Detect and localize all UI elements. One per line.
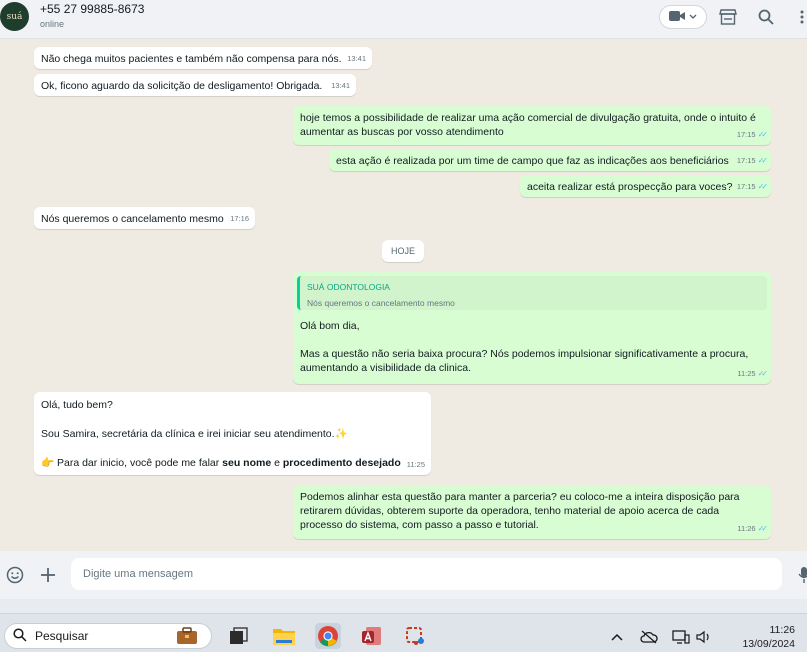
network-icon[interactable]	[672, 628, 690, 646]
message-text: Ok, ficono aguardo da solicitção de desl…	[41, 80, 323, 92]
taskbar: Pesquisar 11:26 13/09/2024	[0, 613, 807, 652]
message-text: e	[271, 457, 283, 469]
message-time: 11:25	[406, 460, 425, 469]
message-list[interactable]: Não chega muitos pacientes e também não …	[0, 39, 807, 551]
system-clock[interactable]: 11:26 13/09/2024	[725, 623, 795, 651]
emoji-icon[interactable]	[5, 565, 25, 585]
video-call-button[interactable]	[659, 5, 707, 29]
clock-time: 11:26	[769, 624, 796, 636]
avatar-text: suá	[6, 11, 23, 22]
message-time: 17:15	[736, 156, 756, 165]
quoted-message[interactable]: SUÁ ODONTOLOGIA Nós queremos o cancelame…	[297, 276, 767, 310]
message-time: 13:41	[347, 54, 366, 63]
message-time: 17:15	[736, 182, 756, 191]
plus-icon[interactable]	[38, 565, 58, 585]
message-text: Nós queremos o cancelamento mesmo	[41, 213, 224, 225]
message-text: Não chega muitos pacientes e também não …	[41, 53, 342, 65]
quote-author: SUÁ ODONTOLOGIA	[307, 282, 390, 292]
message-time: 11:25	[737, 369, 756, 378]
message-text: Olá bom dia, Mas a questão não seria bai…	[300, 320, 749, 374]
clock-date: 13/09/2024	[742, 638, 795, 650]
chrome-icon[interactable]	[315, 623, 341, 649]
message-text: esta ação é realizada por um time de cam…	[336, 155, 729, 167]
message-time: 11:26	[737, 524, 756, 533]
message-time: 17:15	[736, 130, 756, 139]
read-receipt-icon: ✓✓	[757, 182, 769, 191]
message-line: 👉 Para dar inicio, você pode me falar se…	[41, 456, 401, 470]
access-icon[interactable]	[359, 623, 385, 649]
chat-header: suá +55 27 99885-8673 online	[0, 0, 807, 39]
message-text: aceita realizar está prospecção para voc…	[527, 181, 733, 193]
window-bottom-edge	[0, 599, 807, 613]
date-divider: HOJE	[382, 240, 424, 262]
search-icon	[13, 627, 27, 645]
message-bold: procedimento desejado	[282, 457, 401, 469]
message-text: 👉 Para dar inicio, você pode me falar	[41, 457, 223, 469]
message-incoming[interactable]: Ok, ficono aguardo da solicitção de desl…	[34, 74, 356, 96]
store-icon[interactable]	[718, 7, 738, 27]
message-input[interactable]: Digite uma mensagem	[71, 558, 782, 590]
message-text: hoje temos a possibilidade de realizar u…	[300, 112, 756, 138]
message-outgoing[interactable]: Podemos alinhar esta questão para manter…	[293, 485, 771, 539]
read-receipt-icon: ✓✓	[757, 130, 769, 139]
read-receipt-icon: ✓✓	[757, 524, 769, 533]
snipping-tool-icon[interactable]	[403, 623, 429, 649]
cloud-offline-icon[interactable]	[640, 628, 658, 646]
menu-icon[interactable]	[792, 7, 807, 27]
message-outgoing[interactable]: SUÁ ODONTOLOGIA Nós queremos o cancelame…	[293, 272, 771, 384]
message-incoming[interactable]: Não chega muitos pacientes e também não …	[34, 47, 372, 69]
contact-avatar[interactable]: suá	[0, 2, 29, 31]
message-text: Podemos alinhar esta questão para manter…	[300, 491, 740, 531]
message-outgoing[interactable]: esta ação é realizada por um time de cam…	[329, 149, 771, 171]
message-time: 13:41	[331, 81, 350, 90]
contact-status: online	[40, 19, 65, 29]
chevron-up-icon[interactable]	[608, 628, 626, 646]
message-composer: Digite uma mensagem	[0, 551, 807, 599]
read-receipt-icon: ✓✓	[757, 369, 769, 378]
message-line: Sou Samira, secretária da clínica e irei…	[41, 428, 348, 440]
file-explorer-icon[interactable]	[271, 623, 297, 649]
quote-text: Nós queremos o cancelamento mesmo	[307, 298, 455, 308]
video-call-icon	[669, 10, 685, 25]
task-view-icon[interactable]	[226, 623, 252, 649]
microphone-icon[interactable]	[794, 565, 807, 585]
message-incoming[interactable]: Nós queremos o cancelamento mesmo 17:16	[34, 207, 255, 229]
search-icon[interactable]	[756, 7, 776, 27]
message-line: Olá, tudo bem?	[41, 399, 113, 411]
message-time: 17:16	[230, 214, 249, 223]
message-outgoing[interactable]: hoje temos a possibilidade de realizar u…	[293, 106, 771, 145]
work-bag-icon[interactable]	[174, 623, 200, 649]
search-label: Pesquisar	[35, 629, 89, 643]
message-bold: seu nome	[222, 457, 272, 469]
volume-icon[interactable]	[695, 628, 713, 646]
contact-name[interactable]: +55 27 99885-8673	[40, 2, 144, 16]
read-receipt-icon: ✓✓	[757, 156, 769, 165]
message-outgoing[interactable]: aceita realizar está prospecção para voc…	[520, 175, 771, 197]
chevron-down-icon	[689, 11, 697, 23]
message-incoming[interactable]: Olá, tudo bem? Sou Samira, secretária da…	[34, 392, 431, 475]
